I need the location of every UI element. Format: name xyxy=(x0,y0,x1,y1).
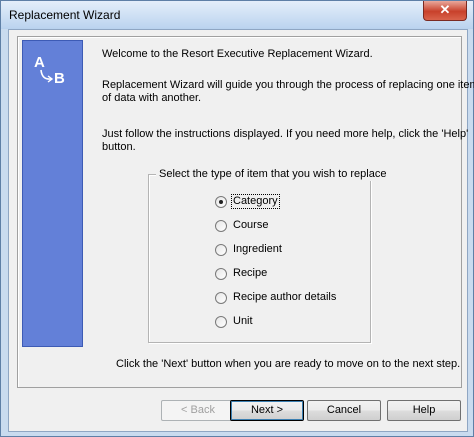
radio-label[interactable]: Category xyxy=(231,194,280,209)
radio-label[interactable]: Recipe xyxy=(232,267,268,280)
radio-button[interactable] xyxy=(215,292,227,304)
welcome-text: Welcome to the Resort Executive Replacem… xyxy=(102,48,373,60)
next-step-hint: Click the 'Next' button when you are rea… xyxy=(116,358,461,370)
radio-label[interactable]: Course xyxy=(232,219,269,232)
radio-button[interactable] xyxy=(215,220,227,232)
svg-text:B: B xyxy=(54,70,65,87)
description-line-1: Replacement Wizard will guide you throug… xyxy=(102,79,474,91)
close-icon: ✕ xyxy=(439,2,451,17)
svg-text:A: A xyxy=(34,54,45,71)
cancel-button[interactable]: Cancel xyxy=(307,400,381,421)
window-title: Replacement Wizard xyxy=(9,8,121,22)
wizard-window: Replacement Wizard ✕ A B Welcome to the … xyxy=(0,0,474,437)
radio-label[interactable]: Ingredient xyxy=(232,243,283,256)
instructions-line-1: Just follow the instructions displayed. … xyxy=(102,128,469,140)
dialog-body: A B Welcome to the Resort Executive Repl… xyxy=(8,29,474,432)
radio-button[interactable] xyxy=(215,316,227,328)
radio-label[interactable]: Recipe author details xyxy=(232,291,337,304)
radio-button[interactable] xyxy=(215,244,227,256)
wizard-side-panel: A B xyxy=(22,40,83,347)
description-line-2: of data with another. xyxy=(102,92,202,104)
item-type-group-legend: Select the type of item that you wish to… xyxy=(156,168,390,181)
back-button[interactable]: < Back xyxy=(161,400,235,421)
instructions-line-2: button. xyxy=(102,141,136,153)
radio-label[interactable]: Unit xyxy=(232,315,254,328)
title-bar[interactable]: Replacement Wizard ✕ xyxy=(1,1,473,28)
help-button[interactable]: Help xyxy=(387,400,461,421)
radio-button[interactable] xyxy=(215,196,227,208)
radio-button[interactable] xyxy=(215,268,227,280)
close-button[interactable]: ✕ xyxy=(423,1,467,21)
next-button[interactable]: Next > xyxy=(230,400,304,421)
ab-replace-icon: A B xyxy=(34,54,65,87)
